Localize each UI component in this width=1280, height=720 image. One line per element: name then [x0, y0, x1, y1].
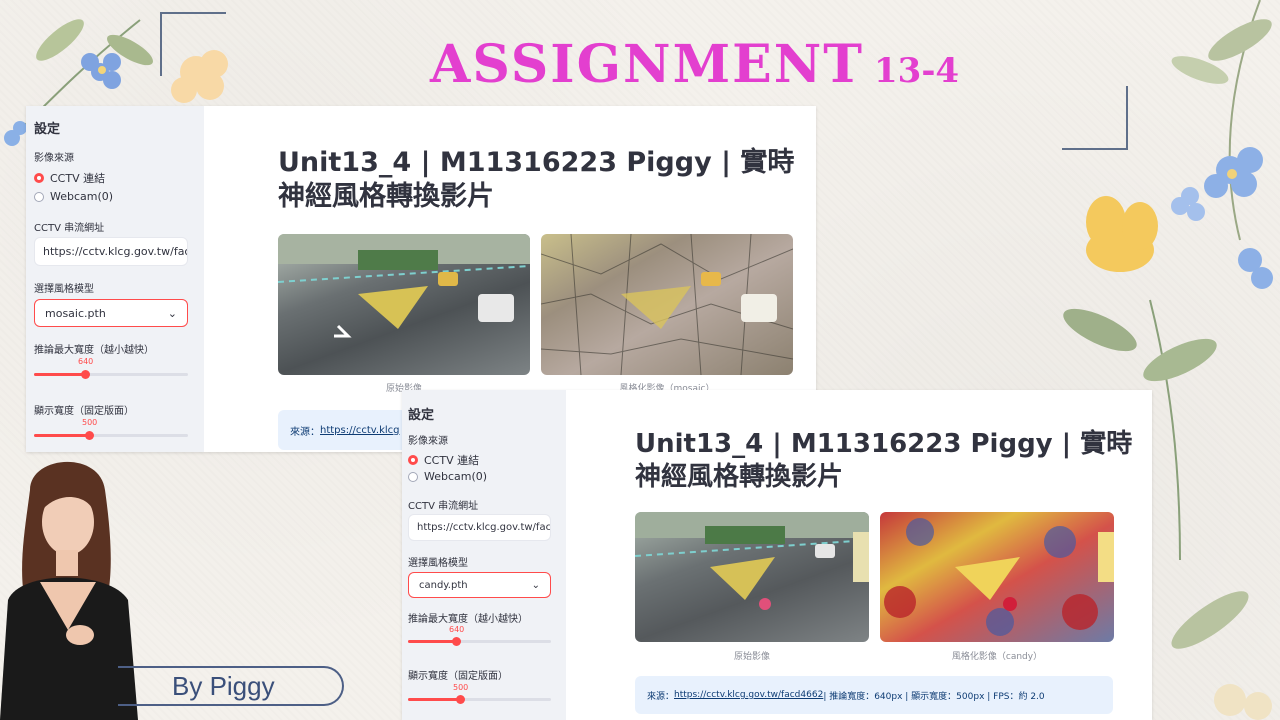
slider-thumb[interactable]	[456, 695, 465, 704]
display-width-label: 顯示寬度（固定版面）	[408, 671, 508, 682]
model-select[interactable]: candy.pth ⌄	[408, 572, 551, 598]
radio-cctv[interactable]: CCTV 連結	[408, 452, 479, 468]
model-label: 選擇風格模型	[408, 558, 468, 569]
display-width-value: 500	[82, 418, 98, 427]
display-width-label: 顯示寬度（固定版面）	[34, 406, 134, 417]
display-width-slider[interactable]: 500	[408, 683, 551, 704]
slider-fill	[34, 373, 85, 376]
info-details: | 推論寬度：640px | 顯示寬度：500px | FPS：約 2.0	[823, 691, 1045, 702]
source-info-box: 來源： https://cctv.klcg.gov.tw/facd4662 | 推…	[635, 676, 1113, 714]
radio-cctv-label: CCTV 連結	[50, 172, 106, 185]
app-title: Unit13_4 | M11316223 Piggy | 實時神經風格轉換影片	[278, 147, 795, 212]
radio-webcam[interactable]: Webcam(0)	[34, 190, 113, 203]
max-width-value: 640	[449, 625, 465, 634]
slider-fill	[408, 640, 456, 643]
info-prefix: 來源：	[647, 691, 675, 702]
radio-webcam[interactable]: Webcam(0)	[408, 470, 487, 483]
max-width-value: 640	[78, 357, 94, 366]
slider-fill	[34, 434, 89, 437]
chevron-down-icon: ⌄	[531, 579, 540, 591]
url-input[interactable]: https://cctv.klcg.gov.tw/facd	[408, 514, 551, 541]
radio-webcam-label: Webcam(0)	[424, 470, 488, 483]
max-width-slider[interactable]: 640	[408, 625, 551, 646]
slider-thumb[interactable]	[85, 431, 94, 440]
source-link[interactable]: https://cctv.klcg	[320, 425, 400, 436]
source-label: 影像來源	[34, 153, 74, 164]
slide-title-main: ASSIGNMENT	[430, 34, 864, 95]
sidebar-header: 設定	[34, 122, 61, 137]
radio-indicator	[34, 191, 44, 202]
frame-corner-bottom-right	[1062, 86, 1128, 150]
slider-thumb[interactable]	[81, 370, 90, 379]
slider-thumb[interactable]	[452, 637, 461, 646]
model-label: 選擇風格模型	[34, 284, 94, 295]
radio-cctv[interactable]: CCTV 連結	[34, 170, 105, 186]
caption-original: 原始影像	[733, 652, 770, 662]
url-input[interactable]: https://cctv.klcg.gov.tw/facd	[34, 237, 188, 266]
original-frame-image	[278, 234, 530, 375]
source-link[interactable]: https://cctv.klcg.gov.tw/facd4662	[674, 690, 823, 700]
radio-indicator	[408, 471, 418, 482]
slide-title-number: 13-4	[874, 51, 960, 91]
model-select[interactable]: mosaic.pth ⌄	[34, 299, 188, 327]
info-prefix: 來源：	[290, 426, 320, 438]
styled-frame-image	[541, 234, 793, 375]
source-label: 影像來源	[408, 436, 448, 447]
caption-styled: 風格化影像（candy）	[951, 652, 1043, 662]
slide-title: ASSIGNMENT 13-4	[430, 34, 970, 100]
app-window-candy: 設定 影像來源 CCTV 連結 Webcam(0) CCTV 串流網址 http…	[402, 390, 1152, 720]
sidebar: 設定 影像來源 CCTV 連結 Webcam(0) CCTV 串流網址 http…	[402, 390, 566, 720]
original-frame-image	[635, 512, 869, 642]
chevron-down-icon: ⌄	[167, 306, 177, 320]
frame-corner-top-left	[160, 12, 226, 76]
styled-frame-image	[880, 512, 1114, 642]
display-width-value: 500	[453, 683, 469, 692]
max-width-label: 推論最大寬度（越小越快）	[34, 345, 154, 356]
slider-fill	[408, 698, 460, 701]
max-width-label: 推論最大寬度（越小越快）	[408, 614, 528, 625]
sidebar: 設定 影像來源 CCTV 連結 Webcam(0) CCTV 串流網址 http…	[26, 106, 204, 452]
model-select-value: candy.pth	[419, 579, 468, 591]
radio-indicator-checked	[408, 455, 418, 465]
display-width-slider[interactable]: 500	[34, 418, 188, 440]
model-select-value: mosaic.pth	[45, 306, 106, 320]
author-label: By Piggy	[118, 666, 344, 706]
radio-cctv-label: CCTV 連結	[424, 454, 480, 467]
max-width-slider[interactable]: 640	[34, 357, 188, 379]
radio-indicator-checked	[34, 173, 44, 183]
url-label: CCTV 串流網址	[34, 223, 105, 234]
url-label: CCTV 串流網址	[408, 501, 479, 512]
radio-webcam-label: Webcam(0)	[50, 190, 114, 203]
app-title: Unit13_4 | M11316223 Piggy | 實時神經風格轉換影片	[635, 429, 1133, 492]
sidebar-header: 設定	[408, 408, 435, 423]
